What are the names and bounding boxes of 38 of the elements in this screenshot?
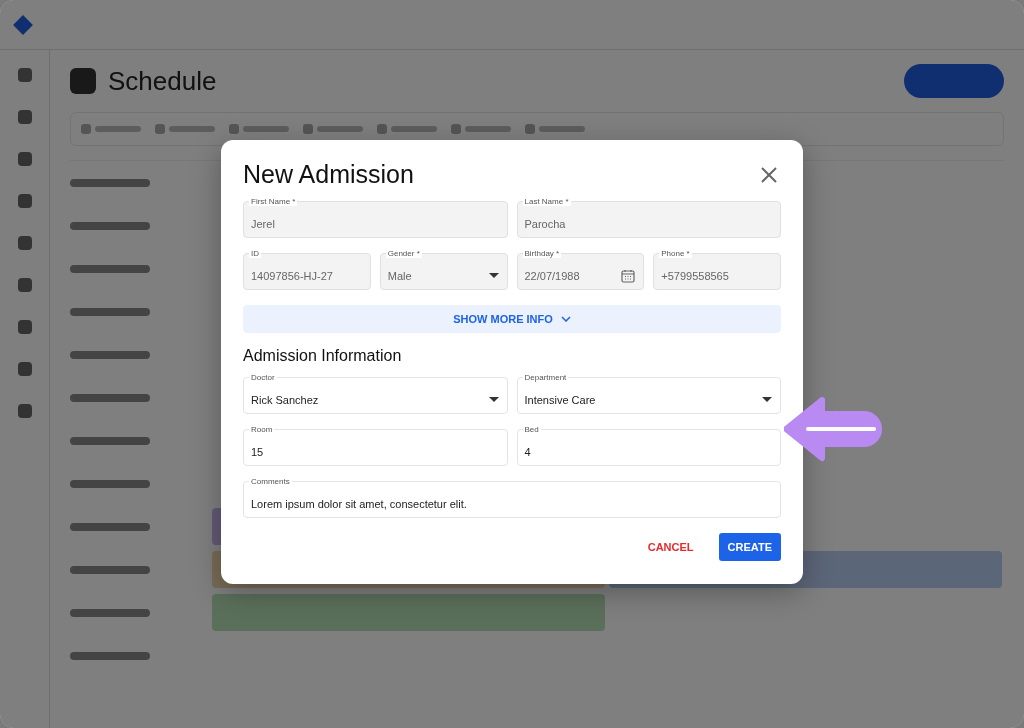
field-label: First Name * — [249, 197, 298, 206]
field-label: ID — [249, 249, 261, 258]
legend-label-blur — [169, 126, 215, 132]
dropdown-caret-icon — [762, 396, 772, 403]
cancel-button[interactable]: CANCEL — [638, 533, 703, 561]
legend-label-blur — [391, 126, 437, 132]
field-label: Last Name * — [522, 197, 571, 206]
legend-label-blur — [317, 126, 363, 132]
sidebar-icon[interactable] — [17, 236, 32, 250]
field-label: Birthday * — [522, 249, 562, 258]
legend-label-blur — [243, 126, 289, 132]
dropdown-caret-icon — [488, 396, 499, 403]
legend-label-blur — [539, 126, 585, 132]
create-button[interactable]: CREATE — [718, 533, 781, 561]
show-more-button[interactable]: SHOW MORE INFO — [243, 305, 781, 333]
field-label: Room — [249, 425, 275, 434]
field-label: Gender * — [385, 249, 422, 258]
sidebar-icon[interactable] — [17, 68, 32, 82]
sidebar-icon[interactable] — [17, 404, 32, 418]
sidebar-icon[interactable] — [17, 362, 32, 376]
section-title: Admission Information — [243, 347, 403, 365]
sidebar-icon[interactable] — [17, 152, 32, 166]
chevron-icon — [560, 316, 571, 322]
sidebar-icon[interactable] — [17, 320, 32, 334]
add-button[interactable] — [904, 64, 1004, 98]
page-title: Schedule — [108, 65, 218, 97]
dropdown-caret-icon — [488, 272, 499, 279]
sidebar-icon[interactable] — [17, 278, 32, 292]
sidebar-icon[interactable] — [17, 194, 32, 208]
legend-label-blur — [95, 126, 141, 132]
field-label: Department — [522, 373, 569, 382]
field-label: Phone * — [659, 249, 692, 258]
sidebar-icon[interactable] — [17, 110, 32, 124]
field-label: Comments — [249, 477, 292, 486]
field-label: Doctor — [249, 373, 277, 382]
field-label: Bed — [522, 425, 541, 434]
dialog-title: New Admission — [243, 160, 414, 189]
legend-label-blur — [465, 126, 511, 132]
